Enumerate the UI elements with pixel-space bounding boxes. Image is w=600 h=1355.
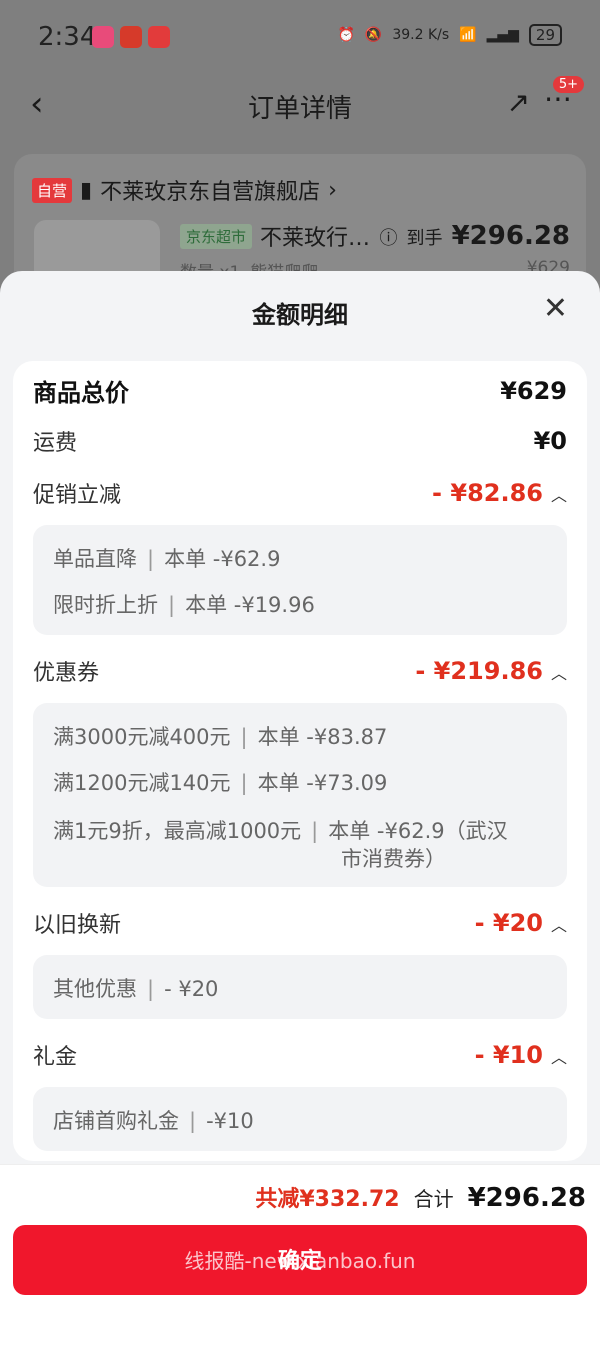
gift-row[interactable]: 礼金 - ¥10 ︿ <box>33 1039 567 1071</box>
tradein-detail-box: 其他优惠 | - ¥20 <box>33 955 567 1019</box>
chevron-up-icon[interactable]: ︿ <box>551 486 567 505</box>
mute-icon: 🔕 <box>364 27 383 43</box>
close-icon[interactable]: ✕ <box>543 291 568 326</box>
total-summary: 共减¥332.72 合计 ¥296.28 <box>255 1181 586 1213</box>
coupon-value: - ¥219.86 <box>415 657 543 685</box>
app-notification-icon <box>120 26 142 48</box>
status-right: ⏰ 🔕 39.2 K/s 📶 ▂▄▆ 29 <box>337 24 562 46</box>
gift-value: - ¥10 <box>474 1041 543 1069</box>
product-row[interactable]: 京东超市 不莱玫行… ⓘ 到手 ¥296.28 <box>180 220 570 252</box>
sheet-title: 金额明细 <box>252 301 348 329</box>
coupon-detail-box: 满3000元减400元 | 本单 -¥83.87 满1200元减140元 | 本单 -¥… <box>33 703 567 887</box>
status-bar: 2:34 ⏰ 🔕 39.2 K/s 📶 ▂▄▆ 29 <box>0 0 600 76</box>
promo-item-name: 单品直降 <box>53 547 137 571</box>
wifi-icon: 📶 <box>459 27 477 43</box>
total-discount: 共减¥332.72 <box>255 1187 400 1212</box>
coupon-item-detail: 本单 -¥73.09 <box>257 771 388 795</box>
promo-value: - ¥82.86 <box>432 479 543 507</box>
goods-total-value: ¥629 <box>500 376 567 405</box>
bottom-bar: 共减¥332.72 合计 ¥296.28 线报酷-new.xianbao.fun… <box>0 1164 600 1355</box>
nav-bar: ‹ 订单详情 ↗ ⋯ 5+ <box>0 76 600 136</box>
coupon-item-name: 满3000元减400元 <box>53 725 231 749</box>
total-label: 合计 <box>413 1187 454 1211</box>
confirm-label: 确定 <box>277 1249 322 1274</box>
status-time: 2:34 <box>38 22 97 52</box>
arrival-label: 到手 <box>406 228 443 249</box>
coupon-item: 满3000元减400元 | 本单 -¥83.87 <box>53 725 388 749</box>
promo-item-detail: 本单 -¥62.9 <box>164 547 281 571</box>
tradein-item-name: 其他优惠 <box>53 977 137 1001</box>
self-tag: 自营 <box>32 177 73 203</box>
battery-icon: 29 <box>528 24 562 46</box>
signal-icon: ▂▄▆ <box>486 27 519 43</box>
product-name: 不莱玫行… <box>260 226 371 251</box>
sheet-header: 金额明细 ✕ <box>0 271 600 351</box>
tradein-row[interactable]: 以旧换新 - ¥20 ︿ <box>33 907 567 939</box>
coupon-item-detail-cont: 市消费券） <box>341 847 446 871</box>
store-row[interactable]: 自营 ▮ 不莱玫京东自营旗舰店 › <box>32 174 337 206</box>
app-notification-icon <box>92 26 114 48</box>
gift-item-detail: -¥10 <box>206 1109 254 1133</box>
info-icon[interactable]: ⓘ <box>379 228 397 249</box>
chevron-up-icon[interactable]: ︿ <box>551 916 567 935</box>
share-icon[interactable]: ↗ <box>507 86 530 119</box>
promo-item-name: 限时折上折 <box>53 593 158 617</box>
coupon-item-detail: 本单 -¥83.87 <box>257 725 388 749</box>
promo-item: 限时折上折 | 本单 -¥19.96 <box>53 593 315 617</box>
total-value: ¥296.28 <box>467 1183 586 1213</box>
chevron-up-icon[interactable]: ︿ <box>551 664 567 683</box>
goods-total-row: 商品总价 ¥629 <box>33 373 567 408</box>
amount-panel: 商品总价 ¥629 运费 ¥0 促销立减 - ¥82.86 ︿ 单品直降 | 本单 -… <box>13 361 587 1161</box>
tradein-item-detail: - ¥20 <box>164 977 219 1001</box>
message-badge: 5+ <box>552 76 584 93</box>
tradein-value: - ¥20 <box>474 909 543 937</box>
arrival-price-wrap: ⓘ 到手 ¥296.28 <box>379 221 570 251</box>
tradein-item: 其他优惠 | - ¥20 <box>53 977 219 1001</box>
shipping-label: 运费 <box>33 431 78 456</box>
store-name: 不莱玫京东自营旗舰店 <box>100 180 321 205</box>
chevron-right-icon: › <box>328 177 337 203</box>
coupon-item-detail: 本单 -¥62.9（武汉 <box>328 819 508 843</box>
market-tag: 京东超市 <box>180 223 253 249</box>
app-notification-icon <box>148 26 170 48</box>
notification-icons <box>92 26 170 48</box>
goods-total-label: 商品总价 <box>33 379 129 407</box>
gift-item-name: 店铺首购礼金 <box>53 1109 179 1133</box>
chevron-up-icon[interactable]: ︿ <box>551 1048 567 1067</box>
promo-label: 促销立减 <box>33 483 122 508</box>
confirm-button[interactable]: 线报酷-new.xianbao.fun 确定 <box>13 1225 587 1295</box>
promo-detail-box: 单品直降 | 本单 -¥62.9 限时折上折 | 本单 -¥19.96 <box>33 525 567 635</box>
coupon-item-name: 满1元9折，最高减1000元 <box>53 819 302 843</box>
coupon-label: 优惠券 <box>33 661 100 686</box>
arrival-price: ¥296.28 <box>451 221 570 251</box>
promo-row[interactable]: 促销立减 - ¥82.86 ︿ <box>33 477 567 509</box>
gift-item: 店铺首购礼金 | -¥10 <box>53 1109 254 1133</box>
store-icon: ▮ <box>80 177 93 203</box>
tradein-label: 以旧换新 <box>33 913 122 938</box>
gift-label: 礼金 <box>33 1045 78 1070</box>
shipping-row: 运费 ¥0 <box>33 425 567 457</box>
network-speed: 39.2 K/s <box>392 27 450 43</box>
promo-item-detail: 本单 -¥19.96 <box>185 593 315 617</box>
coupon-row[interactable]: 优惠券 - ¥219.86 ︿ <box>33 655 567 687</box>
coupon-item-name: 满1200元减140元 <box>53 771 231 795</box>
shipping-value: ¥0 <box>533 427 567 455</box>
alarm-icon: ⏰ <box>337 27 355 43</box>
gift-detail-box: 店铺首购礼金 | -¥10 <box>33 1087 567 1151</box>
promo-item: 单品直降 | 本单 -¥62.9 <box>53 547 281 571</box>
coupon-item: 满1元9折，最高减1000元 | 本单 -¥62.9（武汉 <box>53 819 508 843</box>
coupon-item: 满1200元减140元 | 本单 -¥73.09 <box>53 771 388 795</box>
